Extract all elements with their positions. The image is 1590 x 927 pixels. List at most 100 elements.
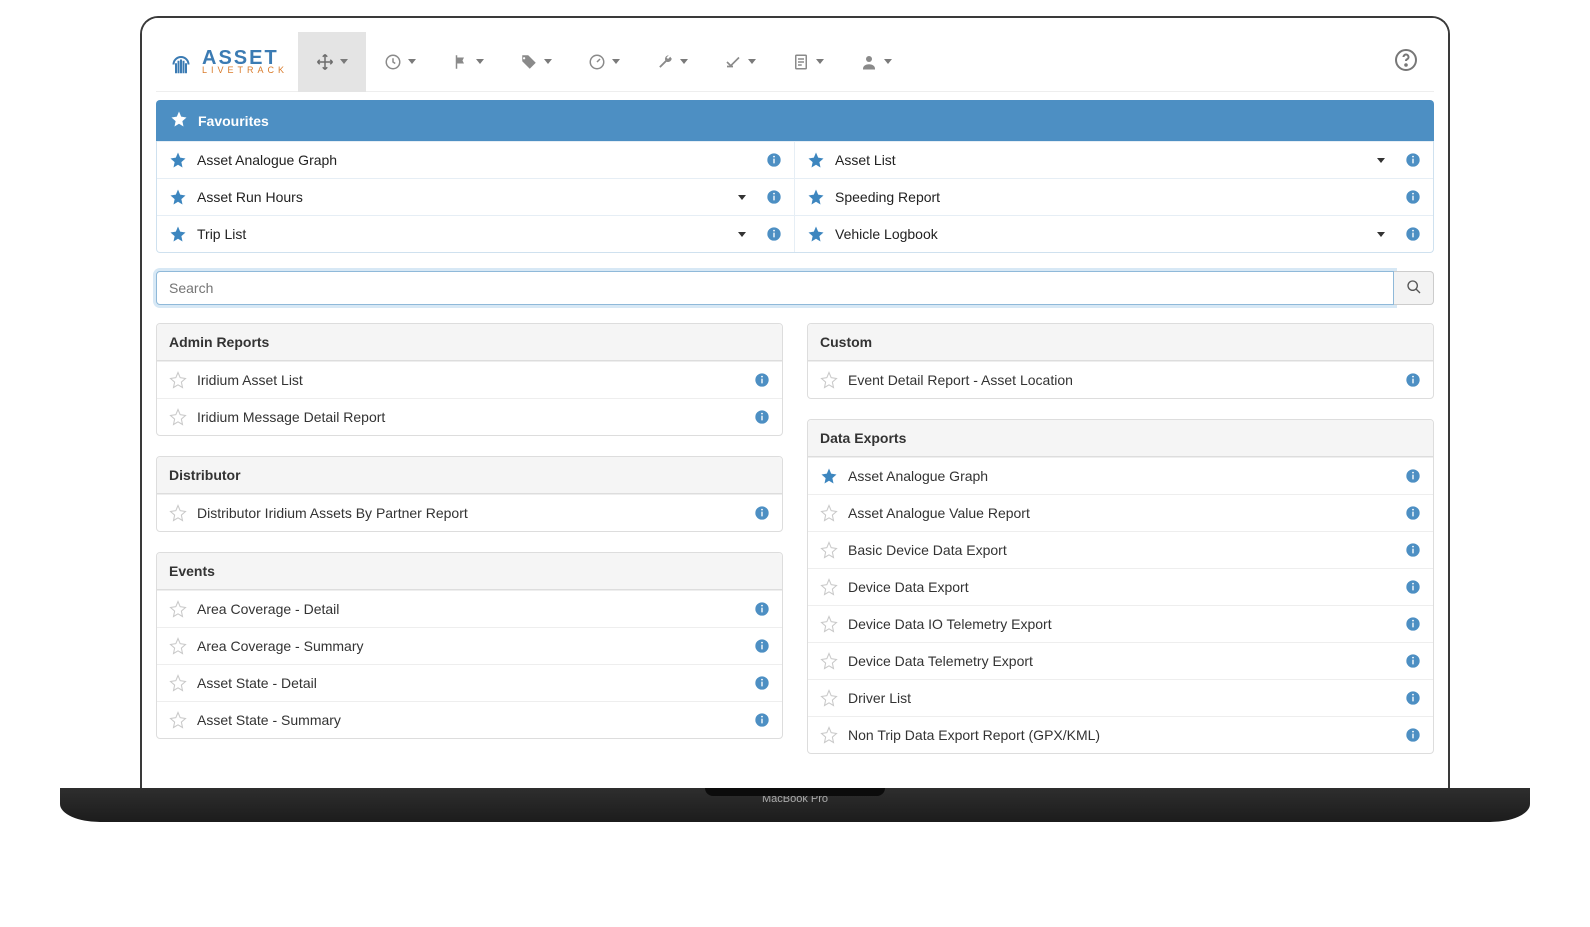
info-icon[interactable] [1405,505,1421,521]
info-icon[interactable] [1405,468,1421,484]
report-label: Asset Analogue Value Report [848,505,1395,521]
report-row[interactable]: Event Detail Report - Asset Location [808,361,1433,398]
search-button[interactable] [1394,271,1434,305]
chevron-down-icon [738,232,746,237]
report-row[interactable]: Asset State - Summary [157,701,782,738]
panel-heading: Distributor [157,457,782,494]
wrench-icon [656,53,674,71]
favourite-item[interactable]: Asset Run Hours [157,178,795,215]
info-icon[interactable] [1405,226,1421,242]
star-icon[interactable] [169,225,187,243]
star-icon[interactable] [169,408,187,426]
nav-gauge-button[interactable] [570,32,638,92]
nav-user-button[interactable] [842,32,910,92]
star-icon[interactable] [820,541,838,559]
report-row[interactable]: Area Coverage - Detail [157,590,782,627]
nav-tag-button[interactable] [502,32,570,92]
info-icon[interactable] [754,372,770,388]
logo-icon [166,47,196,77]
star-icon[interactable] [169,371,187,389]
star-icon[interactable] [169,600,187,618]
nav-flag-button[interactable] [434,32,502,92]
star-icon[interactable] [820,467,838,485]
info-icon[interactable] [1405,690,1421,706]
report-label: Iridium Asset List [197,372,744,388]
gauge-icon [588,53,606,71]
report-row[interactable]: Non Trip Data Export Report (GPX/KML) [808,716,1433,753]
star-icon[interactable] [807,225,825,243]
info-icon[interactable] [766,152,782,168]
report-row[interactable]: Basic Device Data Export [808,531,1433,568]
search-input[interactable] [156,271,1394,305]
favourite-label: Asset Run Hours [197,189,724,205]
star-icon[interactable] [169,674,187,692]
star-icon[interactable] [820,726,838,744]
report-label: Area Coverage - Detail [197,601,744,617]
info-icon[interactable] [754,409,770,425]
favourite-item[interactable]: Speeding Report [795,178,1433,215]
report-label: Asset State - Summary [197,712,744,728]
report-row[interactable]: Driver List [808,679,1433,716]
report-row[interactable]: Asset Analogue Graph [808,457,1433,494]
report-panel: CustomEvent Detail Report - Asset Locati… [807,323,1434,399]
favourite-item[interactable]: Trip List [157,215,795,252]
star-icon[interactable] [820,689,838,707]
star-icon[interactable] [820,652,838,670]
favourite-item[interactable]: Asset Analogue Graph [157,141,795,178]
star-icon[interactable] [807,151,825,169]
report-row[interactable]: Distributor Iridium Assets By Partner Re… [157,494,782,531]
info-icon[interactable] [1405,579,1421,595]
info-icon[interactable] [1405,616,1421,632]
brand-logo[interactable]: ASSET LIVETRACK [162,47,298,77]
star-icon[interactable] [820,578,838,596]
report-row[interactable]: Iridium Message Detail Report [157,398,782,435]
report-row[interactable]: Device Data IO Telemetry Export [808,605,1433,642]
report-label: Device Data Export [848,579,1395,595]
info-icon[interactable] [766,226,782,242]
report-row[interactable]: Asset Analogue Value Report [808,494,1433,531]
star-icon[interactable] [807,188,825,206]
info-icon[interactable] [1405,372,1421,388]
report-label: Area Coverage - Summary [197,638,744,654]
info-icon[interactable] [754,712,770,728]
info-icon[interactable] [1405,727,1421,743]
star-icon[interactable] [169,637,187,655]
report-row[interactable]: Device Data Telemetry Export [808,642,1433,679]
report-label: Device Data Telemetry Export [848,653,1395,669]
nav-tools-button[interactable] [638,32,706,92]
info-icon[interactable] [766,189,782,205]
report-label: Basic Device Data Export [848,542,1395,558]
caret-icon [612,59,620,64]
nav-reports-button[interactable] [774,32,842,92]
info-icon[interactable] [754,638,770,654]
star-icon[interactable] [169,504,187,522]
info-icon[interactable] [754,675,770,691]
report-row[interactable]: Area Coverage - Summary [157,627,782,664]
star-icon[interactable] [169,188,187,206]
star-icon[interactable] [820,371,838,389]
nav-history-button[interactable] [366,32,434,92]
report-row[interactable]: Device Data Export [808,568,1433,605]
favourite-item[interactable]: Vehicle Logbook [795,215,1433,252]
report-row[interactable]: Asset State - Detail [157,664,782,701]
favourite-item[interactable]: Asset List [795,141,1433,178]
help-button[interactable] [1394,48,1428,75]
star-icon[interactable] [169,151,187,169]
info-icon[interactable] [1405,189,1421,205]
report-row[interactable]: Iridium Asset List [157,361,782,398]
report-label: Iridium Message Detail Report [197,409,744,425]
nav-move-button[interactable] [298,32,366,92]
info-icon[interactable] [754,601,770,617]
report-label: Distributor Iridium Assets By Partner Re… [197,505,744,521]
info-icon[interactable] [1405,152,1421,168]
star-icon[interactable] [820,504,838,522]
chevron-down-icon [1377,232,1385,237]
info-icon[interactable] [1405,542,1421,558]
caret-icon [544,59,552,64]
info-icon[interactable] [1405,653,1421,669]
info-icon[interactable] [754,505,770,521]
chevron-down-icon [1377,158,1385,163]
star-icon[interactable] [169,711,187,729]
nav-tasks-button[interactable] [706,32,774,92]
star-icon[interactable] [820,615,838,633]
